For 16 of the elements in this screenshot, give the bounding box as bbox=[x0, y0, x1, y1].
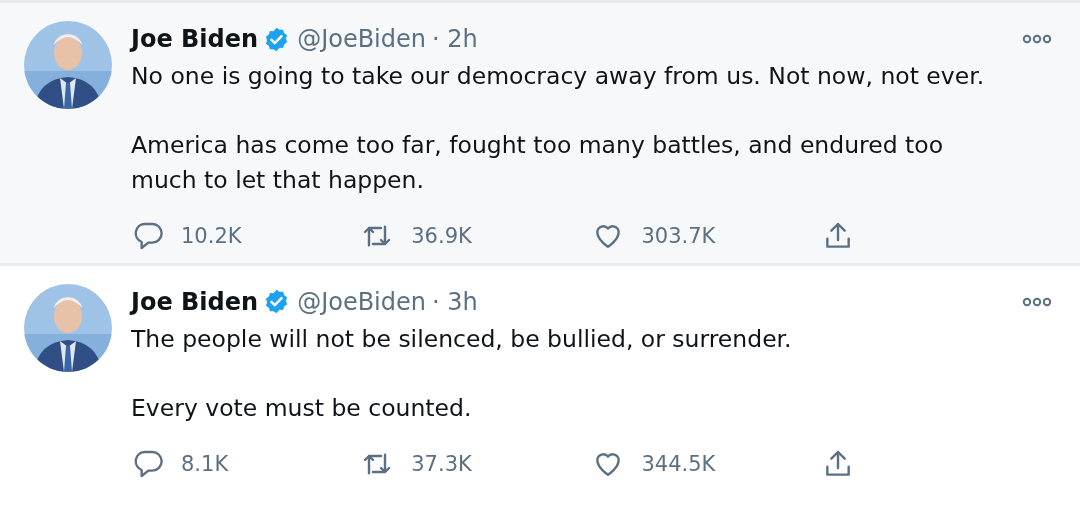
tweet-text: No one is going to take our democracy away from us. Not now, not ever. bbox=[131, 61, 986, 92]
tweet-text: The people will not be silenced, be bullied, or surrender. bbox=[131, 323, 793, 355]
like-count: 344.5K bbox=[641, 451, 716, 476]
like-count: 303.7K bbox=[641, 224, 716, 248]
reply-count: 10.2K bbox=[181, 224, 242, 248]
tweet-text: America has come too far, fought too many battles, and endured too much to let that happen. bbox=[131, 130, 944, 196]
author-handle[interactable]: @JoeBiden bbox=[297, 25, 426, 53]
retweet-count: 37.3K bbox=[411, 451, 472, 476]
author-name[interactable]: Joe Biden bbox=[131, 25, 259, 53]
tweet-time[interactable]: · 2h bbox=[432, 25, 478, 53]
tweet-text: Every vote must be counted. bbox=[131, 392, 473, 424]
author-handle[interactable]: @JoeBiden bbox=[297, 287, 426, 316]
reply-count: 8.1K bbox=[181, 451, 229, 476]
author-name[interactable]: Joe Biden bbox=[131, 287, 259, 316]
tweet-time[interactable]: · 3h bbox=[432, 287, 478, 316]
retweet-count: 36.9K bbox=[411, 224, 472, 248]
